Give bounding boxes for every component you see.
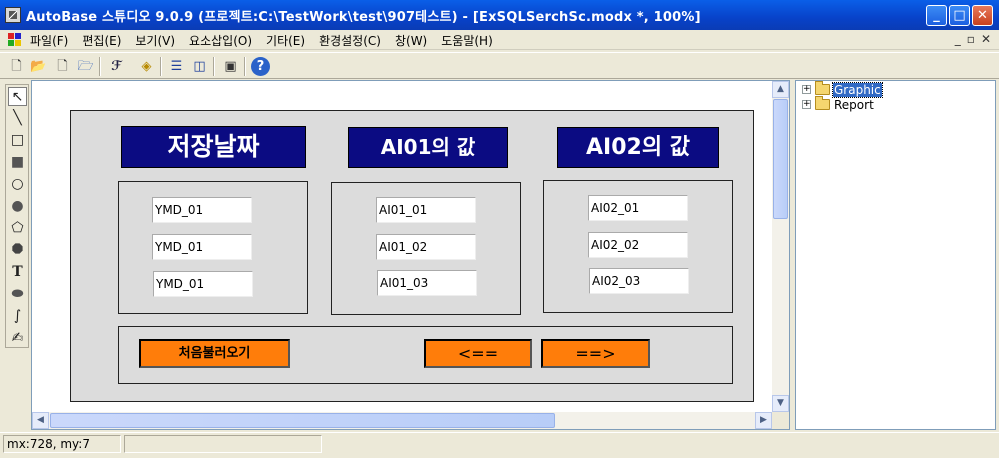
- button-group[interactable]: 처음불러오기 <== ==>: [118, 326, 733, 384]
- tree-item-label[interactable]: Graphic: [832, 81, 883, 98]
- filled-ellipse-icon[interactable]: ●: [8, 197, 27, 216]
- open-folder-icon[interactable]: 📂: [28, 56, 49, 77]
- scroll-right-icon[interactable]: ▶: [755, 412, 772, 429]
- scroll-down-icon[interactable]: ▼: [772, 395, 789, 412]
- menu-file[interactable]: 파일(F): [30, 32, 68, 49]
- ai01-field-3[interactable]: AI01_03: [377, 270, 477, 296]
- new-document-icon[interactable]: 🗋: [52, 56, 73, 77]
- scroll-corner: [772, 412, 789, 429]
- rectangle-icon[interactable]: □: [8, 131, 27, 150]
- tree-item-report[interactable]: + Report: [802, 96, 875, 112]
- ai02-field-2[interactable]: AI02_02: [588, 232, 688, 258]
- horizontal-scroll-thumb[interactable]: [50, 413, 555, 428]
- load-first-button[interactable]: 처음불러오기: [139, 339, 290, 368]
- status-bar: mx:728, my:7: [0, 432, 999, 458]
- vertical-scrollbar[interactable]: ▲ ▼: [772, 81, 789, 412]
- menu-insert-element[interactable]: 요소삽입(O): [189, 32, 252, 49]
- scroll-up-icon[interactable]: ▲: [772, 81, 789, 98]
- mouse-position: mx:728, my:7: [3, 435, 121, 453]
- window-title: AutoBase 스튜디오 9.0.9 (프로젝트:C:\TestWork\te…: [26, 10, 701, 25]
- scroll-left-icon[interactable]: ◀: [32, 412, 49, 429]
- mdi-restore-button[interactable]: ▫: [967, 32, 975, 46]
- mdi-close-button[interactable]: ✕: [981, 32, 991, 46]
- project-tree[interactable]: + Graphic + Report: [795, 80, 996, 430]
- tree-item-label[interactable]: Report: [833, 98, 875, 112]
- menu-etc[interactable]: 기타(E): [266, 32, 305, 49]
- menu-bar: 파일(F) 편집(E) 보기(V) 요소삽입(O) 기타(E) 환경설정(C) …: [0, 30, 999, 50]
- expand-icon[interactable]: +: [802, 85, 811, 94]
- menu-edit[interactable]: 편집(E): [82, 32, 121, 49]
- text-tool-icon[interactable]: T: [8, 263, 27, 282]
- title-bar: AutoBase 스튜디오 9.0.9 (프로젝트:C:\TestWork\te…: [0, 0, 999, 30]
- script-icon[interactable]: ℱ: [106, 56, 127, 77]
- menu-help[interactable]: 도움말(H): [441, 32, 493, 49]
- filled-polygon-icon[interactable]: ⯃: [8, 241, 27, 260]
- toolbar: 🗋 📂 🗋 🗁 ℱ ◈ ☰ ◫ ▣ ?: [0, 52, 999, 79]
- menu-view[interactable]: 보기(V): [135, 32, 175, 49]
- minimize-button[interactable]: _: [926, 5, 947, 26]
- prev-button[interactable]: <==: [424, 339, 532, 368]
- ai02-field-1[interactable]: AI02_01: [588, 195, 688, 221]
- ai01-field-2[interactable]: AI01_02: [376, 234, 476, 260]
- curve-icon[interactable]: ∫: [8, 307, 27, 326]
- line-icon[interactable]: ╲: [8, 109, 27, 128]
- mdi-minimize-button[interactable]: _: [955, 32, 961, 46]
- ellipse-icon[interactable]: ○: [8, 175, 27, 194]
- menu-window[interactable]: 창(W): [395, 32, 427, 49]
- help-icon[interactable]: ?: [251, 57, 270, 76]
- header-save-date[interactable]: 저장날짜: [121, 126, 306, 168]
- maximize-button[interactable]: □: [949, 5, 970, 26]
- status-cell-empty: [124, 435, 322, 453]
- filled-rectangle-icon[interactable]: ■: [8, 153, 27, 172]
- screen-panel[interactable]: 저장날짜 AI01의 값 AI02의 값 YMD_01 YMD_01 YMD_0…: [70, 110, 754, 402]
- split-vertical-icon[interactable]: ◫: [189, 56, 210, 77]
- select-arrow-icon[interactable]: ↖: [8, 87, 27, 106]
- polygon-icon[interactable]: ⬠: [8, 219, 27, 238]
- tag-icon[interactable]: ◈: [136, 56, 157, 77]
- design-canvas[interactable]: 저장날짜 AI01의 값 AI02의 값 YMD_01 YMD_01 YMD_0…: [31, 80, 790, 430]
- split-horizontal-icon[interactable]: ☰: [166, 56, 187, 77]
- folder-icon: [815, 96, 830, 110]
- ai01-group[interactable]: AI01_01 AI01_02 AI01_03: [331, 182, 521, 315]
- document-icon: [8, 33, 22, 47]
- new-file-icon[interactable]: 🗋: [6, 56, 27, 77]
- design-area[interactable]: 저장날짜 AI01의 값 AI02의 값 YMD_01 YMD_01 YMD_0…: [32, 81, 772, 412]
- header-ai02-value[interactable]: AI02의 값: [557, 127, 719, 168]
- ymd-field-2[interactable]: YMD_01: [152, 234, 252, 260]
- monitor-icon[interactable]: ▣: [220, 56, 241, 77]
- expand-icon[interactable]: +: [802, 100, 811, 109]
- vertical-scroll-thumb[interactable]: [773, 99, 788, 219]
- ymd-field-1[interactable]: YMD_01: [152, 197, 252, 223]
- tree-item-graphic[interactable]: + Graphic: [802, 81, 883, 98]
- app-icon: [5, 7, 21, 23]
- ai01-field-1[interactable]: AI01_01: [376, 197, 476, 223]
- header-ai01-value[interactable]: AI01의 값: [348, 127, 508, 168]
- horizontal-scrollbar[interactable]: ◀ ▶: [32, 412, 772, 429]
- tool-palette: ↖ ╲ □ ■ ○ ● ⬠ ⯃ T ⬬ ∫ ✍: [5, 84, 29, 348]
- round-rect-icon[interactable]: ⬬: [8, 285, 27, 304]
- close-button[interactable]: ✕: [972, 5, 993, 26]
- next-button[interactable]: ==>: [541, 339, 650, 368]
- ai02-group[interactable]: AI02_01 AI02_02 AI02_03: [543, 180, 733, 313]
- open-project-icon[interactable]: 🗁: [75, 56, 96, 77]
- ai02-field-3[interactable]: AI02_03: [589, 268, 689, 294]
- folder-icon: [815, 81, 830, 95]
- ymd-group[interactable]: YMD_01 YMD_01 YMD_01: [118, 181, 308, 314]
- menu-settings[interactable]: 환경설정(C): [319, 32, 381, 49]
- ymd-field-3[interactable]: YMD_01: [153, 271, 253, 297]
- pen-tool-icon[interactable]: ✍: [8, 329, 27, 348]
